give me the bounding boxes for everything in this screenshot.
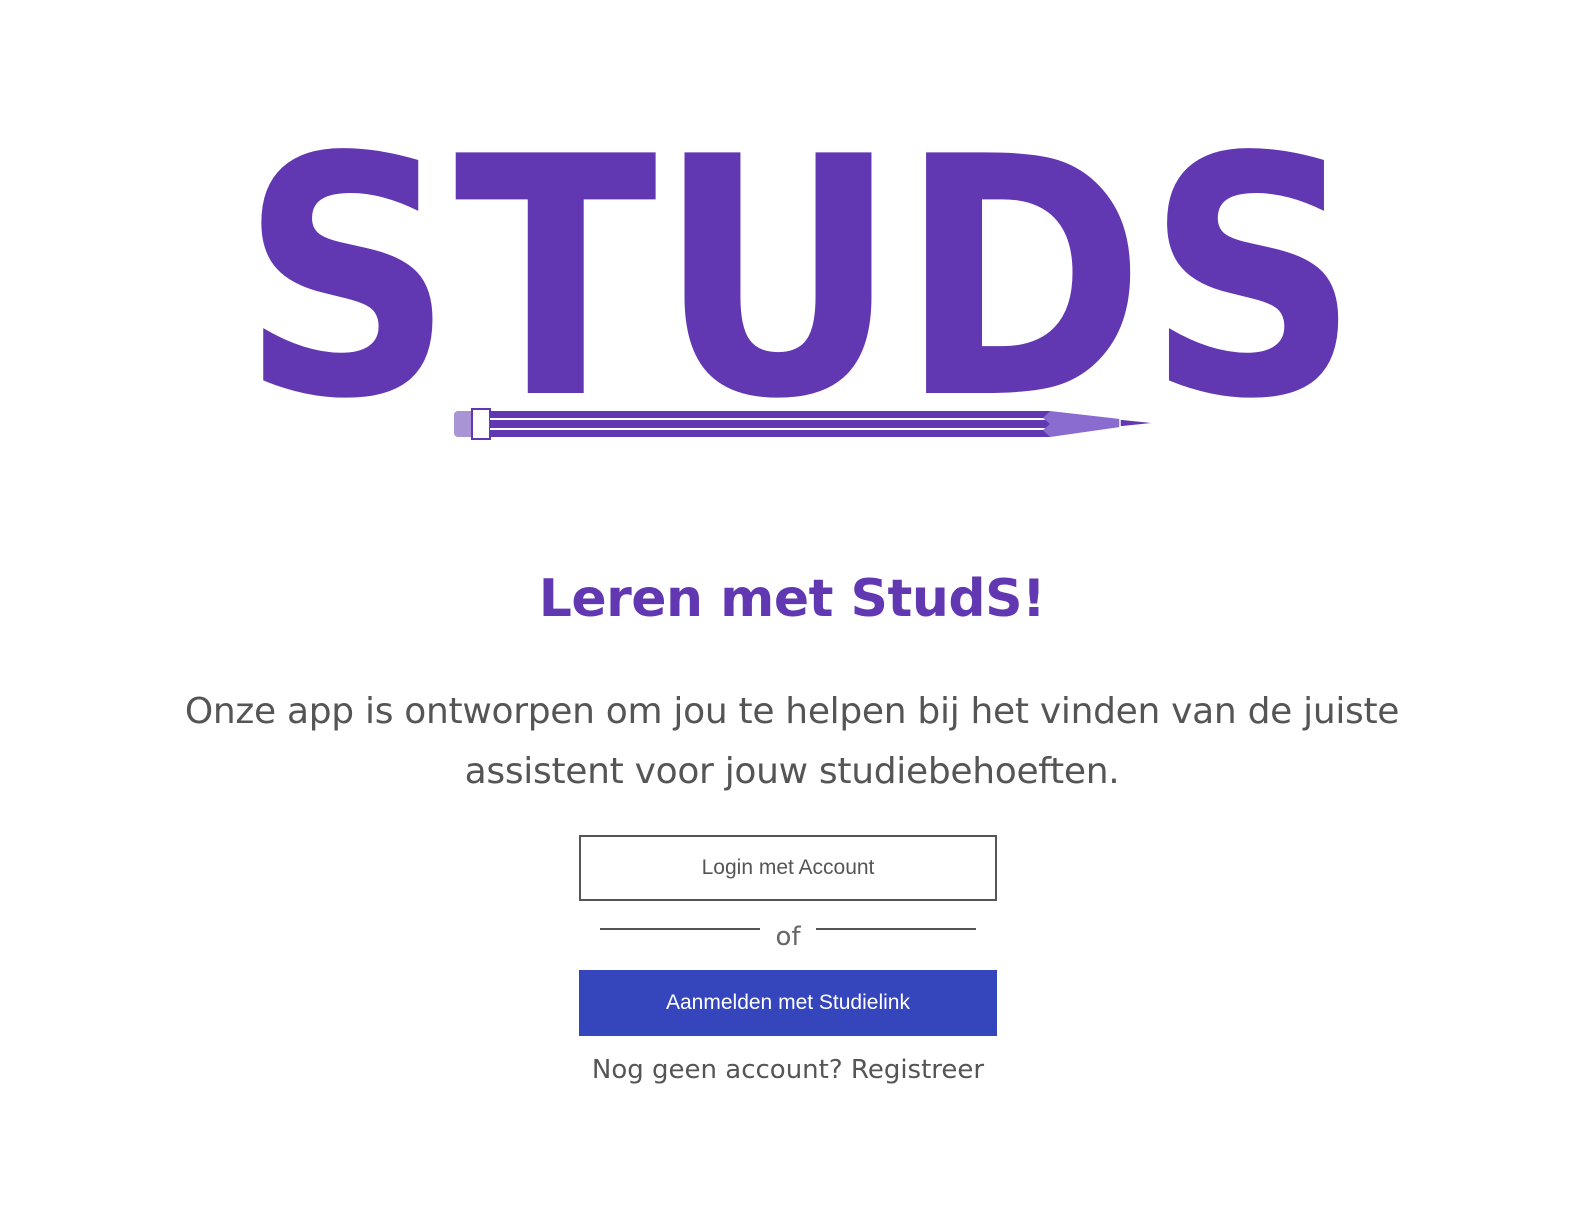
login-button[interactable]: Login met Account [579, 835, 997, 901]
page-title: Leren met StudS! [538, 569, 1046, 629]
or-divider: of [600, 908, 976, 960]
studielink-button[interactable]: Aanmelden met Studielink [579, 970, 997, 1036]
studs-logo: STUDS [240, 125, 1365, 470]
divider-text: of [775, 922, 801, 952]
register-prompt: Nog geen account? Registreer [560, 1050, 1016, 1090]
pencil-icon [454, 408, 1159, 440]
divider-line-left [600, 928, 760, 930]
intro-text: Onze app is ontworpen om jou te helpen b… [184, 691, 1400, 792]
register-prompt-text: Nog geen account? [591, 1055, 843, 1085]
divider-line-right [816, 928, 976, 930]
register-link[interactable]: Registreer [851, 1055, 984, 1085]
